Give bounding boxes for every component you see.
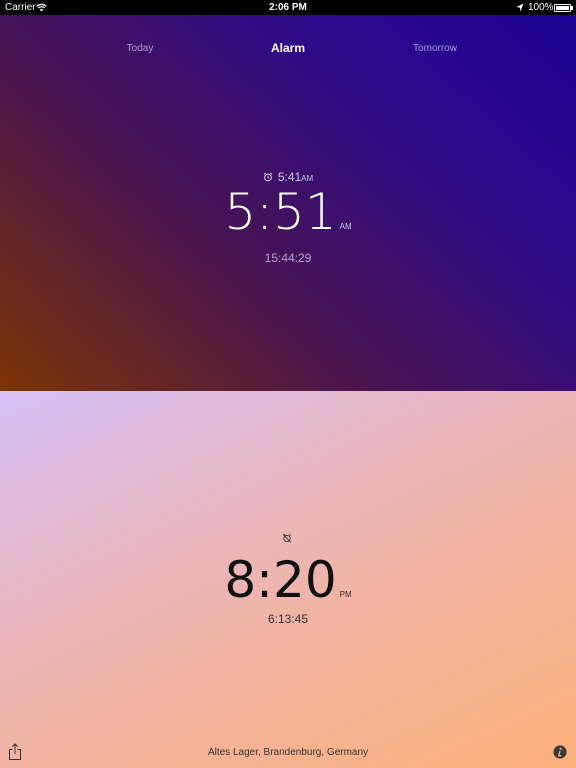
top-time-ampm: AM xyxy=(339,222,352,231)
top-time: 5:51 xyxy=(224,183,337,241)
info-icon[interactable] xyxy=(553,745,567,759)
location-label: Altes Lager, Brandenburg, Germany xyxy=(207,747,369,758)
alarm-time: 5:41 xyxy=(277,170,302,184)
top-panel: Today Alarm Tomorrow 5:41AM 5:51 AM 15:44… xyxy=(0,15,576,391)
location-arrow-icon xyxy=(516,3,524,12)
status-time: 2:06 PM xyxy=(269,2,307,13)
top-time-block: 5:51 AM xyxy=(0,183,576,241)
tab-today[interactable]: Today xyxy=(80,43,200,54)
alarm-time-row[interactable]: 5:41AM xyxy=(0,170,576,184)
alarm-off-icon[interactable] xyxy=(282,533,292,543)
alarm-ampm: AM xyxy=(301,174,314,183)
alarm-clock-icon xyxy=(263,172,273,182)
bottom-time-block: 8:20 PM xyxy=(0,551,576,609)
battery-cap xyxy=(571,6,573,10)
bottom-time-ampm: PM xyxy=(339,590,352,599)
tab-alarm[interactable]: Alarm xyxy=(228,41,348,55)
bottom-countdown: 6:13:45 xyxy=(267,612,309,626)
status-battery-percent: 100% xyxy=(528,2,554,13)
battery-icon xyxy=(554,4,571,12)
status-bar: Carrier 2:06 PM 100% xyxy=(0,0,576,15)
top-countdown: 15:44:29 xyxy=(264,251,312,265)
tab-tomorrow[interactable]: Tomorrow xyxy=(375,43,495,54)
app-root: Carrier 2:06 PM 100% Today Alarm Tomorro… xyxy=(0,0,576,768)
bottom-panel: 8:20 PM 6:13:45 Altes Lager, Brandenburg,… xyxy=(0,391,576,768)
bottom-time: 8:20 xyxy=(224,551,337,609)
